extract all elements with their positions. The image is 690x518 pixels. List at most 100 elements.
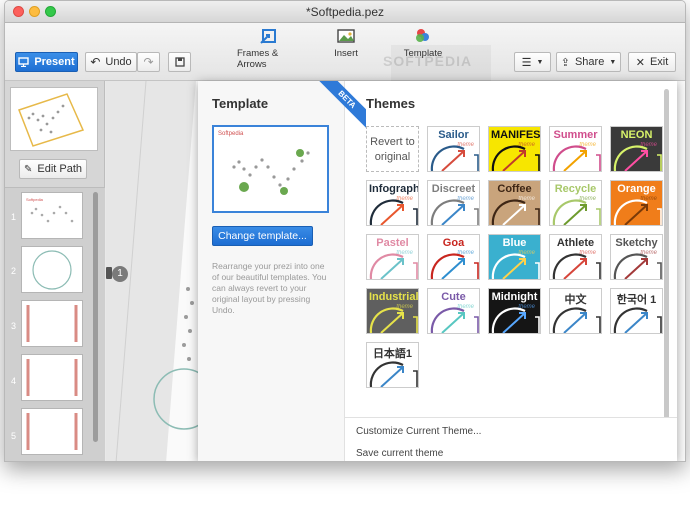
- theme-subtitle: theme: [579, 196, 596, 202]
- title-bar: *Softpedia.pez: [5, 1, 685, 23]
- exit-label: Exit: [649, 56, 669, 68]
- overview-preview: [18, 93, 85, 147]
- slide-thumbnail-2[interactable]: [21, 246, 83, 293]
- redo-icon: ↷: [143, 55, 154, 69]
- theme-tile[interactable]: 한국어 1: [610, 288, 663, 334]
- theme-subtitle: theme: [457, 250, 474, 256]
- theme-name: Midnight: [491, 291, 538, 303]
- theme-subtitle: theme: [457, 142, 474, 148]
- theme-tile[interactable]: 中文: [549, 288, 602, 334]
- theme-tile[interactable]: MANIFESTOtheme: [488, 126, 541, 172]
- theme-name: Coffee: [497, 183, 532, 195]
- slide-thumbnail-1[interactable]: Softpedia: [21, 192, 83, 239]
- panel-scrollbar[interactable]: [664, 89, 669, 434]
- undo-icon: ↶: [90, 55, 101, 69]
- frames-arrows-icon: [260, 29, 276, 44]
- edit-path-label: Edit Path: [37, 163, 83, 175]
- theme-name: Cute: [441, 291, 466, 303]
- insert-tool[interactable]: Insert: [331, 27, 361, 59]
- theme-tile[interactable]: Blue theme: [488, 234, 541, 280]
- theme-name: Blue: [502, 237, 527, 249]
- slide-thumbnail-3[interactable]: [21, 300, 83, 347]
- template-preview-drawing: [232, 149, 310, 195]
- frames-arrows-tool[interactable]: Frames & Arrows: [237, 27, 301, 70]
- revert-label: Revert to original: [370, 136, 415, 163]
- theme-tile[interactable]: Coffee theme: [488, 180, 541, 226]
- theme-tile[interactable]: Summer theme: [549, 126, 602, 172]
- theme-subtitle: theme: [396, 196, 413, 202]
- undo-label: Undo: [105, 56, 132, 68]
- share-label: Share: [574, 56, 605, 68]
- theme-tile[interactable]: Sailor theme: [427, 126, 480, 172]
- slide-2-circle: [32, 250, 72, 290]
- theme-subtitle: theme: [457, 196, 474, 202]
- theme-tile[interactable]: Recycle theme: [549, 180, 602, 226]
- menu-button[interactable]: ☰ ▼: [514, 52, 551, 72]
- app-window: *Softpedia.pez Present ↶ Undo ↷ Frames &…: [4, 0, 686, 462]
- template-hint-text: Rearrange your prezi into one of our bea…: [212, 261, 327, 315]
- share-icon: ⇪: [560, 56, 570, 69]
- save-icon: [174, 57, 185, 67]
- template-preview[interactable]: Softpedia: [212, 125, 329, 213]
- hamburger-icon: ☰: [521, 56, 532, 69]
- themes-column: Themes Revert to original Sailor theme MAN…: [351, 81, 677, 461]
- pencil-icon: ✎: [23, 163, 33, 175]
- theme-subtitle: theme: [579, 142, 596, 148]
- theme-subtitle: theme: [518, 250, 535, 256]
- theme-name: 中文: [564, 294, 587, 306]
- theme-name: Athlete: [556, 237, 595, 249]
- slide-thumbnail-4[interactable]: [21, 354, 83, 401]
- redo-button[interactable]: ↷: [137, 52, 160, 72]
- theme-tile[interactable]: Discreet theme: [427, 180, 480, 226]
- toolbar: Present ↶ Undo ↷ Frames & Arrows Insert …: [5, 23, 685, 81]
- theme-tile[interactable]: Sketchy theme: [610, 234, 663, 280]
- theme-tile[interactable]: Athlete theme: [549, 234, 602, 280]
- slide-number: 5: [11, 431, 17, 441]
- save-button[interactable]: [168, 52, 191, 72]
- chevron-down-icon: ▼: [536, 58, 544, 66]
- theme-subtitle: theme: [640, 142, 657, 148]
- theme-tile[interactable]: NEON theme: [610, 126, 663, 172]
- theme-tile[interactable]: 日本語1: [366, 342, 419, 388]
- themes-heading: Themes: [366, 96, 416, 111]
- theme-name: Recycle: [554, 183, 597, 195]
- theme-tile[interactable]: Goa theme: [427, 234, 480, 280]
- theme-tile[interactable]: Infographictheme: [366, 180, 419, 226]
- theme-tile[interactable]: Orange theme: [610, 180, 663, 226]
- slide-number: 3: [11, 321, 17, 331]
- revert-to-original-tile[interactable]: Revert to original: [366, 126, 419, 172]
- slide-list-scrollbar[interactable]: [93, 192, 98, 442]
- present-label: Present: [34, 56, 75, 68]
- template-column: Template BETA Softpedia Change template.…: [198, 81, 366, 461]
- theme-name: Orange: [617, 183, 656, 195]
- theme-tile[interactable]: Midnight theme: [488, 288, 541, 334]
- present-button[interactable]: Present: [15, 52, 78, 72]
- left-sidebar: ✎ Edit Path 1 Softpedia 2 3 4 5: [5, 81, 105, 461]
- overview-thumbnail[interactable]: [10, 87, 98, 151]
- theme-name: Summer: [553, 129, 598, 141]
- template-palette-icon: [416, 29, 429, 42]
- theme-subtitle: theme: [640, 250, 657, 256]
- exit-button[interactable]: ✕ Exit: [628, 52, 676, 72]
- undo-button[interactable]: ↶ Undo: [85, 52, 137, 72]
- theme-subtitle: theme: [457, 304, 474, 310]
- theme-actions: Customize Current Theme... Save current …: [345, 417, 677, 461]
- chevron-down-icon: ▼: [609, 58, 617, 66]
- theme-name: Sketchy: [615, 237, 658, 249]
- path-step-badge[interactable]: 1: [112, 266, 128, 282]
- theme-name: Infographic: [369, 183, 418, 195]
- theme-subtitle: theme: [518, 304, 535, 310]
- theme-name: Goa: [442, 237, 465, 249]
- slide-thumbnail-5[interactable]: [21, 408, 83, 455]
- theme-tile[interactable]: Industrial theme: [366, 288, 419, 334]
- insert-label: Insert: [334, 48, 358, 59]
- theme-tile[interactable]: Pastel theme: [366, 234, 419, 280]
- close-icon: ✕: [635, 56, 645, 69]
- save-theme-link[interactable]: Save current theme: [356, 448, 443, 459]
- theme-name: Discreet: [431, 183, 476, 195]
- customize-theme-link[interactable]: Customize Current Theme...: [356, 426, 481, 437]
- share-button[interactable]: ⇪ Share ▼: [556, 52, 621, 72]
- edit-path-button[interactable]: ✎ Edit Path: [19, 159, 87, 179]
- change-template-button[interactable]: Change template...: [212, 226, 313, 246]
- theme-tile[interactable]: Cute theme: [427, 288, 480, 334]
